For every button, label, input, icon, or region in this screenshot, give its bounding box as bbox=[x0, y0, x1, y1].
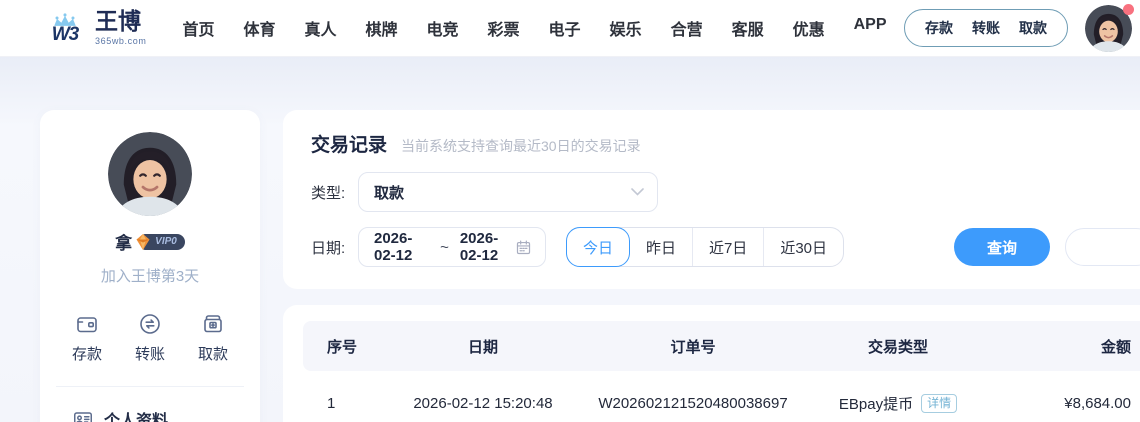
join-days-text: 加入王博第3天 bbox=[101, 265, 199, 286]
transfer-icon bbox=[138, 312, 162, 336]
row-type-cell: EBpay提币 详情 bbox=[813, 393, 983, 414]
table-row: 1 2026-02-12 15:20:48 W20260212152048003… bbox=[303, 371, 1140, 422]
sidebar-withdraw-label: 取款 bbox=[198, 343, 228, 364]
date-separator: ~ bbox=[440, 239, 449, 256]
brand-logo[interactable]: W3 王博 365wb.com bbox=[44, 10, 146, 46]
main-nav: 首页 体育 真人 棋牌 电竞 彩票 电子 娱乐 合营 客服 优惠 APP bbox=[182, 16, 886, 40]
profile-avatar[interactable] bbox=[108, 132, 192, 216]
nav-item-affiliate[interactable]: 合营 bbox=[671, 16, 703, 40]
nav-item-entertainment[interactable]: 娱乐 bbox=[610, 16, 642, 40]
vip-gem-icon bbox=[133, 232, 153, 252]
quick-date-range-group: 今日 昨日 近7日 近30日 bbox=[566, 227, 844, 267]
table-header-row: 序号 日期 订单号 交易类型 金额 bbox=[303, 321, 1140, 371]
topbar-right: 存款 转账 取款 bbox=[904, 5, 1132, 52]
transaction-type-select[interactable]: 取款 bbox=[358, 172, 658, 212]
nav-item-live[interactable]: 真人 bbox=[304, 16, 336, 40]
nav-item-esports[interactable]: 电竞 bbox=[427, 16, 459, 40]
chevron-down-icon bbox=[631, 188, 644, 196]
type-filter-row: 类型: 取款 bbox=[311, 172, 1140, 212]
deposit-link[interactable]: 存款 bbox=[925, 18, 953, 38]
transaction-table-card: 序号 日期 订单号 交易类型 金额 1 2026-02-12 15:20:48 … bbox=[283, 305, 1140, 422]
row-index: 1 bbox=[303, 395, 393, 412]
username: 拿 bbox=[115, 229, 132, 254]
nav-item-support[interactable]: 客服 bbox=[732, 16, 764, 40]
logo-mark: W3 bbox=[44, 13, 86, 44]
app-screen: W3 王博 365wb.com 首页 体育 真人 棋牌 电竞 彩票 电子 娱乐 … bbox=[0, 0, 1140, 422]
sidebar-transfer-label: 转账 bbox=[135, 343, 165, 364]
page-title: 交易记录 bbox=[311, 130, 387, 157]
row-order-no: W202602121520480038697 bbox=[573, 395, 813, 412]
range-today-button[interactable]: 今日 bbox=[566, 227, 630, 267]
col-header-amount: 金额 bbox=[983, 336, 1140, 357]
sidebar-deposit-label: 存款 bbox=[72, 343, 102, 364]
range-yesterday-button[interactable]: 昨日 bbox=[630, 228, 693, 266]
row-type-value: EBpay提币 bbox=[839, 393, 913, 414]
nav-item-promotions[interactable]: 优惠 bbox=[793, 16, 825, 40]
top-navbar: W3 王博 365wb.com 首页 体育 真人 棋牌 电竞 彩票 电子 娱乐 … bbox=[0, 0, 1140, 57]
nav-item-board-games[interactable]: 棋牌 bbox=[365, 16, 397, 40]
page-content: 拿 VIP0 加入王博第3天 存款 bbox=[0, 57, 1140, 422]
nav-item-home[interactable]: 首页 bbox=[182, 16, 214, 40]
transaction-filter-card: 交易记录 当前系统支持查询最近30日的交易记录 类型: 取款 日期: bbox=[283, 110, 1140, 289]
col-header-index: 序号 bbox=[303, 336, 393, 357]
row-datetime: 2026-02-12 15:20:48 bbox=[393, 395, 573, 412]
sidebar-quick-actions: 存款 转账 取款 bbox=[40, 312, 260, 364]
date-start-value: 2026-02-12 bbox=[374, 230, 429, 264]
logo-mark-text: W3 bbox=[52, 25, 79, 44]
id-card-icon bbox=[72, 408, 94, 422]
brand-domain: 365wb.com bbox=[95, 36, 146, 46]
date-filter-row: 日期: 2026-02-12 ~ 2026-02-12 今日 昨日 bbox=[311, 227, 1140, 267]
sidebar-item-profile[interactable]: 个人资料 bbox=[40, 387, 260, 422]
title-row: 交易记录 当前系统支持查询最近30日的交易记录 bbox=[311, 130, 1140, 157]
profile-sidebar: 拿 VIP0 加入王博第3天 存款 bbox=[40, 110, 260, 422]
nav-item-slots[interactable]: 电子 bbox=[549, 16, 581, 40]
user-avatar[interactable] bbox=[1085, 5, 1132, 52]
main-column: 交易记录 当前系统支持查询最近30日的交易记录 类型: 取款 日期: bbox=[283, 110, 1140, 422]
nav-item-app[interactable]: APP bbox=[854, 16, 887, 40]
sidebar-transfer-button[interactable]: 转账 bbox=[123, 312, 177, 364]
sidebar-withdraw-button[interactable]: 取款 bbox=[186, 312, 240, 364]
vip-badge: VIP0 bbox=[142, 234, 185, 250]
withdraw-icon bbox=[201, 312, 225, 336]
vip-level-label: VIP0 bbox=[155, 236, 177, 247]
user-identity: 拿 VIP0 bbox=[115, 229, 185, 254]
nav-item-sports[interactable]: 体育 bbox=[243, 16, 275, 40]
wallet-icon bbox=[75, 312, 99, 336]
date-range-input[interactable]: 2026-02-12 ~ 2026-02-12 bbox=[358, 227, 546, 267]
date-range-text: 2026-02-12 ~ 2026-02-12 bbox=[374, 230, 515, 264]
date-label: 日期: bbox=[311, 237, 358, 258]
row-amount: ¥8,684.00 bbox=[983, 395, 1140, 412]
wallet-actions-pill: 存款 转账 取款 bbox=[904, 9, 1068, 47]
type-label: 类型: bbox=[311, 182, 358, 203]
col-header-date: 日期 bbox=[393, 336, 573, 357]
range-7days-button[interactable]: 近7日 bbox=[693, 228, 764, 266]
logo-text: 王博 365wb.com bbox=[95, 10, 146, 46]
reset-button-partial[interactable] bbox=[1065, 228, 1140, 266]
brand-name: 王博 bbox=[95, 10, 146, 33]
sidebar-deposit-button[interactable]: 存款 bbox=[60, 312, 114, 364]
col-header-order-no: 订单号 bbox=[573, 336, 813, 357]
type-selected-value: 取款 bbox=[374, 182, 631, 203]
query-button[interactable]: 查询 bbox=[954, 228, 1050, 266]
notification-dot bbox=[1123, 4, 1134, 15]
page-subtitle: 当前系统支持查询最近30日的交易记录 bbox=[401, 136, 641, 156]
calendar-icon bbox=[515, 239, 532, 256]
detail-badge-button[interactable]: 详情 bbox=[921, 394, 957, 413]
range-30days-button[interactable]: 近30日 bbox=[764, 228, 843, 266]
transfer-link[interactable]: 转账 bbox=[972, 18, 1000, 38]
col-header-type: 交易类型 bbox=[813, 336, 983, 357]
profile-link-label: 个人资料 bbox=[104, 407, 168, 422]
withdraw-link[interactable]: 取款 bbox=[1019, 18, 1047, 38]
date-end-value: 2026-02-12 bbox=[460, 230, 515, 264]
nav-item-lottery[interactable]: 彩票 bbox=[488, 16, 520, 40]
